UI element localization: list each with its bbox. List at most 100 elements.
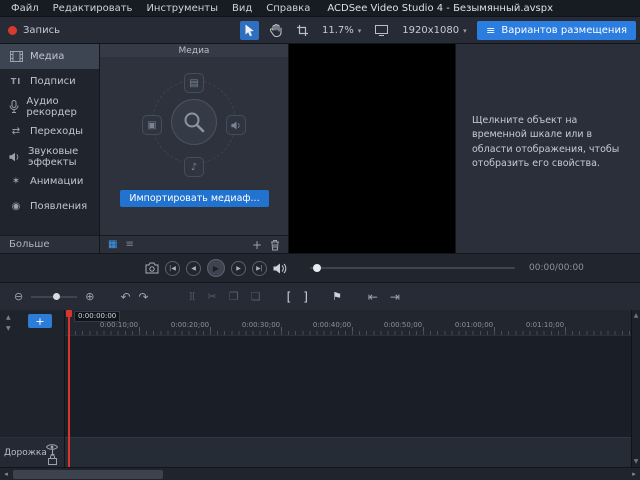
mark-out-button[interactable]: ] <box>303 290 308 304</box>
track-header: Дорожка 1 <box>0 437 64 467</box>
properties-hint-text: Щелкните объект на временной шкале или в… <box>472 114 625 171</box>
zoom-in-button[interactable]: ⊕ <box>85 290 94 303</box>
video-preview-canvas[interactable] <box>289 44 455 253</box>
play-button[interactable]: ▶ <box>207 259 225 277</box>
spark-icon: ✶ <box>9 176 23 187</box>
image-badge-icon: ▣ <box>142 115 162 135</box>
timeline-zoom-knob[interactable] <box>53 293 60 300</box>
menu-view[interactable]: Вид <box>225 2 259 15</box>
empty-media-illustration: ▤ ▣ ♪ <box>100 57 288 187</box>
zoom-level-select[interactable]: 11.7% ▾ <box>319 23 364 38</box>
collapse-down-icon[interactable]: ▼ <box>6 325 11 332</box>
sidebar-more-label: Больше <box>9 239 50 250</box>
window-title: ACDSee Video Studio 4 - Безымянный.avspx <box>327 3 553 14</box>
app-window: Файл Редактировать Инструменты Вид Справ… <box>0 0 640 480</box>
jump-end-button[interactable]: ▶| <box>252 261 267 276</box>
delete-media-button[interactable] <box>270 239 280 251</box>
sidebar-item-label: Анимации <box>30 176 83 187</box>
crop-tool-button[interactable] <box>293 22 312 39</box>
sidebar-item-behaviors[interactable]: ◉ Появления <box>0 194 99 219</box>
scrollbar-thumb[interactable] <box>13 470 163 479</box>
scroll-down-icon[interactable]: ▼ <box>634 458 639 465</box>
zoom-level-value: 11.7% <box>322 25 354 36</box>
seek-slider[interactable] <box>310 267 515 269</box>
appear-icon: ◉ <box>9 201 23 212</box>
sidebar-more-button[interactable]: Больше <box>0 235 99 253</box>
menu-help[interactable]: Справка <box>259 2 317 15</box>
sidebar: Медиа TI Подписи Аудио рекордер ⇄ Перехо… <box>0 44 100 253</box>
menu-edit[interactable]: Редактировать <box>46 2 140 15</box>
hand-icon <box>270 24 282 37</box>
track-lock-button[interactable] <box>48 454 57 465</box>
seek-slider-knob[interactable] <box>313 264 321 272</box>
crop-icon <box>297 25 308 36</box>
playback-bar: |◀ ◀ ▶ ▶ ▶| 00:00/00:00 <box>0 253 640 282</box>
select-tool-button[interactable] <box>240 21 259 40</box>
playhead[interactable] <box>68 310 70 467</box>
time-display: 00:00/00:00 <box>529 263 584 273</box>
transitions-icon: ⇄ <box>9 126 23 137</box>
cut-button[interactable]: ✂ <box>208 290 217 303</box>
add-track-button[interactable]: + <box>28 314 52 328</box>
pan-tool-button[interactable] <box>266 21 286 40</box>
camera-icon <box>145 262 159 274</box>
eye-icon <box>46 443 58 451</box>
record-label: Запись <box>23 25 60 36</box>
jump-start-button[interactable]: |◀ <box>165 261 180 276</box>
playhead-handle[interactable] <box>66 310 72 317</box>
media-panel: Медиа ▤ ▣ ♪ Импортировать медиаф... ▦ ≡ … <box>100 44 289 253</box>
scroll-left-icon[interactable]: ◂ <box>0 470 12 478</box>
sidebar-item-audio-recorder[interactable]: Аудио рекордер <box>0 94 99 119</box>
lock-icon <box>48 454 57 465</box>
media-panel-footer: ▦ ≡ + <box>100 235 288 253</box>
step-forward-button[interactable]: ▶ <box>231 261 246 276</box>
record-button[interactable]: Запись <box>8 17 60 44</box>
mark-in-button[interactable]: [ <box>287 290 292 304</box>
copy-button[interactable]: ❐ <box>229 290 239 303</box>
zoom-out-button[interactable]: ⊖ <box>14 290 23 303</box>
step-back-button[interactable]: ◀ <box>186 261 201 276</box>
scroll-up-icon[interactable]: ▲ <box>634 312 639 319</box>
undo-button[interactable]: ↶ <box>120 290 130 304</box>
sidebar-item-label: Аудио рекордер <box>26 96 90 118</box>
resolution-select[interactable]: 1920x1080 ▾ <box>399 23 469 38</box>
list-view-button[interactable]: ≡ <box>125 239 133 250</box>
sidebar-item-media[interactable]: Медиа <box>0 44 99 69</box>
collapse-up-icon[interactable]: ▲ <box>6 314 11 321</box>
split-button[interactable]: ][ <box>189 292 196 302</box>
sidebar-item-sound-effects[interactable]: Звуковые эффекты <box>0 144 99 169</box>
volume-button[interactable] <box>273 263 287 274</box>
sidebar-item-label: Подписи <box>30 76 76 87</box>
go-to-end-button[interactable]: ⇥ <box>390 290 400 304</box>
sidebar-item-label: Переходы <box>30 126 83 137</box>
track-visibility-button[interactable] <box>46 443 58 451</box>
menu-file[interactable]: Файл <box>4 2 46 15</box>
ruler-label: 0:01:10;00 <box>525 321 565 329</box>
add-media-button[interactable]: + <box>252 238 262 252</box>
timeline: ▲ ▼ + Дорожка 1 0:00:10;00 0:00:20;00 0:… <box>0 310 640 467</box>
sidebar-item-transitions[interactable]: ⇄ Переходы <box>0 119 99 144</box>
speaker-icon <box>9 152 21 162</box>
timeline-ruler[interactable]: 0:00:10;00 0:00:20;00 0:00:30;00 0:00:40… <box>65 310 631 336</box>
canvas-size-button[interactable] <box>371 22 392 39</box>
paste-button[interactable]: ❏ <box>251 290 261 303</box>
redo-button[interactable]: ↷ <box>139 290 149 304</box>
timeline-zoom-slider[interactable] <box>31 296 77 298</box>
add-marker-button[interactable]: ⚑ <box>332 290 342 303</box>
go-to-start-button[interactable]: ⇤ <box>368 290 378 304</box>
import-media-button[interactable]: Импортировать медиаф... <box>120 190 269 207</box>
menu-tools[interactable]: Инструменты <box>139 2 225 15</box>
snapshot-button[interactable] <box>145 262 159 274</box>
sidebar-item-label: Звуковые эффекты <box>28 146 90 168</box>
sidebar-item-animations[interactable]: ✶ Анимации <box>0 169 99 194</box>
timeline-lanes[interactable]: 0:00:10;00 0:00:20;00 0:00:30;00 0:00:40… <box>65 310 631 467</box>
cursor-icon <box>244 24 255 37</box>
chevron-down-icon: ▾ <box>463 27 467 35</box>
timeline-horizontal-scrollbar[interactable]: ◂ ▸ <box>0 467 640 480</box>
track-1-lane[interactable] <box>65 437 631 467</box>
sidebar-item-captions[interactable]: TI Подписи <box>0 69 99 94</box>
timeline-vertical-scrollbar[interactable]: ▲ ▼ <box>631 310 640 467</box>
scroll-right-icon[interactable]: ▸ <box>628 470 640 478</box>
grid-view-button[interactable]: ▦ <box>108 239 117 250</box>
layout-options-button[interactable]: ≡ Вариантов размещения <box>477 21 636 40</box>
